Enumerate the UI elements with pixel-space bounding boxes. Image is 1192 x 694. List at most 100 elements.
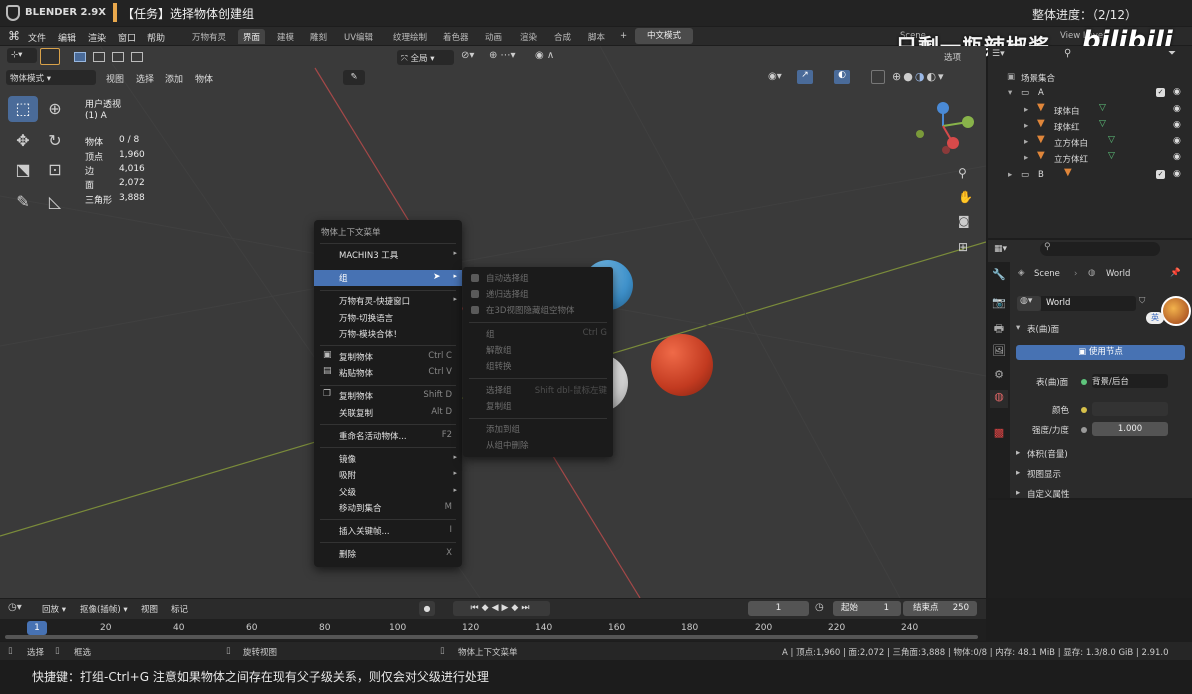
pivot-point-icon[interactable]: ⊘▾ xyxy=(461,50,474,61)
strength-field[interactable]: 1.000 xyxy=(1092,422,1168,436)
menu-add[interactable]: 添加 xyxy=(165,72,183,85)
menu-item-mirror[interactable]: 镜像 ▸ xyxy=(314,451,462,467)
camera-icon[interactable]: ◙ xyxy=(958,214,970,228)
grid-icon[interactable]: ⊞ xyxy=(958,240,968,254)
menu-item-quick-window[interactable]: 万物有灵-快捷窗口 ▸ xyxy=(314,293,462,309)
timeline-view-menu[interactable]: 视图 xyxy=(141,603,158,615)
world-browse-icon[interactable]: ◍▾ xyxy=(1017,296,1041,311)
expand-arrow-icon[interactable]: ▸ xyxy=(1024,121,1028,131)
timeline-editor-icon[interactable]: ◷▾ xyxy=(8,602,22,613)
view-layer-tab-icon[interactable]: 🖼 xyxy=(990,344,1008,362)
checkbox-icon[interactable]: ✓ xyxy=(1156,170,1165,179)
playback-menu[interactable]: 回放 ▾ xyxy=(42,603,66,615)
collection-a[interactable]: A xyxy=(1038,88,1044,98)
volume-panel-header[interactable]: 体积(音量) xyxy=(1027,448,1068,460)
menu-item-machin3-tools[interactable]: MACHIN3 工具 ▸ xyxy=(314,247,462,263)
menu-render[interactable]: 渲染 xyxy=(88,31,106,44)
properties-search-icon[interactable]: ⚲ xyxy=(1040,242,1160,256)
eye-icon[interactable]: ◉ xyxy=(1173,152,1181,162)
eye-icon[interactable]: ◉ xyxy=(1173,169,1181,179)
texture-tab-icon[interactable]: ▩ xyxy=(990,426,1008,444)
timeline-scrollbar[interactable] xyxy=(5,635,978,639)
expand-arrow-icon[interactable]: ▾ xyxy=(1008,88,1012,98)
panel-expand-icon[interactable]: ▸ xyxy=(1016,448,1020,458)
workspace-tab[interactable]: 合成 xyxy=(549,29,576,44)
expand-arrow-icon[interactable]: ▸ xyxy=(1024,105,1028,115)
expand-arrow-icon[interactable]: ▸ xyxy=(1008,170,1012,180)
menu-view[interactable]: 视图 xyxy=(106,72,124,85)
menu-item-switch-language[interactable]: 万物-切换语言 xyxy=(314,310,462,326)
measure-tool[interactable]: ◺ xyxy=(40,189,70,215)
outliner-object[interactable]: 球体红 xyxy=(1054,121,1080,133)
tool-tab-icon[interactable]: 🔧 xyxy=(990,268,1008,286)
menu-item-duplicate-linked[interactable]: 关联复制 Alt D xyxy=(314,405,462,421)
scene-tab-icon[interactable]: ⚙ xyxy=(990,368,1008,386)
scale-tool[interactable]: ⬔ xyxy=(8,157,38,183)
eye-icon[interactable]: ◉ xyxy=(1173,120,1181,130)
menu-item-move-to-collection[interactable]: 移动到集合 M xyxy=(314,500,462,516)
filter-icon[interactable]: ⏷ xyxy=(1168,48,1176,59)
menu-help[interactable]: 帮助 xyxy=(147,31,165,44)
output-tab-icon[interactable]: 🖶 xyxy=(990,320,1008,338)
selection-mode-buttons[interactable] xyxy=(72,50,152,64)
scene-collection[interactable]: 场景集合 xyxy=(1021,72,1055,84)
menu-file[interactable]: 文件 xyxy=(28,31,46,44)
chinese-mode-button[interactable]: 中文模式 xyxy=(635,28,693,44)
properties-editor-icon[interactable]: ▦▾ xyxy=(994,244,1007,254)
menu-item-rename-active[interactable]: 重命名活动物体... F2 xyxy=(314,428,462,444)
fake-user-icon[interactable]: ⛉ xyxy=(1139,296,1145,306)
use-nodes-button[interactable]: ▣ 使用节点 xyxy=(1016,345,1185,360)
menu-object[interactable]: 物体 xyxy=(195,72,213,85)
workspace-tab[interactable]: 建模 xyxy=(272,29,299,44)
add-workspace-button[interactable]: + xyxy=(615,29,632,44)
submenu-item-select-group[interactable]: 选择组 Shift dbl-鼠标左键 xyxy=(463,383,613,398)
menu-item-snap[interactable]: 吸附 ▸ xyxy=(314,467,462,483)
collection-b[interactable]: B xyxy=(1038,170,1044,180)
custom-properties-panel-header[interactable]: 自定义属性 xyxy=(1027,488,1070,500)
eyedropper-icon[interactable]: ✎ xyxy=(343,70,365,85)
menu-item-copy-objects[interactable]: ▣ 复制物体 Ctrl C xyxy=(314,349,462,365)
submenu-item-remove-from-group[interactable]: 从组中删除 xyxy=(463,438,613,453)
outliner-object[interactable]: 立方体白 xyxy=(1054,137,1088,149)
world-name-field[interactable]: World xyxy=(1041,296,1136,311)
expand-arrow-icon[interactable]: ▸ xyxy=(1024,137,1028,147)
menu-item-parent[interactable]: 父级 ▸ xyxy=(314,484,462,500)
playhead-frame-indicator[interactable]: 1 xyxy=(27,621,47,635)
submenu-item-recursive-select[interactable]: 递归选择组 xyxy=(463,287,613,302)
outliner-editor-icon[interactable]: ☰▾ xyxy=(992,49,1014,63)
checkbox-icon[interactable]: ✓ xyxy=(1156,88,1165,97)
surface-shader-field[interactable]: 背景/后台 xyxy=(1092,374,1168,388)
select-tool-icon[interactable] xyxy=(40,48,60,65)
eye-icon[interactable]: ◉ xyxy=(1173,104,1181,114)
expand-arrow-icon[interactable]: ▸ xyxy=(1024,153,1028,163)
menu-item-module-combine[interactable]: 万物-模块合体！ xyxy=(314,326,462,342)
menu-item-insert-keyframe[interactable]: 插入关键帧... I xyxy=(314,523,462,539)
outliner-object[interactable]: 球体白 xyxy=(1054,105,1080,117)
workspace-tab-layout[interactable]: 界面 xyxy=(238,29,266,44)
start-frame-field[interactable]: 起始 1 xyxy=(833,601,901,616)
workspace-tab[interactable]: 纹理绘制 xyxy=(388,29,432,44)
render-tab-icon[interactable]: 📷 xyxy=(990,296,1008,314)
menu-edit[interactable]: 编辑 xyxy=(58,31,76,44)
rotate-tool[interactable]: ↻ xyxy=(40,128,70,154)
panel-expand-icon[interactable]: ▸ xyxy=(1016,488,1020,498)
shading-mode-icons[interactable]: ⊕●◑◐▾ xyxy=(892,70,946,83)
world-tab-icon[interactable]: ◍ xyxy=(990,390,1008,408)
end-frame-field[interactable]: 结束点 250 xyxy=(903,601,977,616)
menu-item-delete[interactable]: 删除 X xyxy=(314,546,462,562)
submenu-item-hide-group-empty[interactable]: 在3D视图隐藏组空物体 xyxy=(463,303,613,318)
visibility-icon[interactable]: ◉▾ xyxy=(768,71,782,82)
move-tool[interactable]: ✥ xyxy=(8,128,38,154)
workspace-tab[interactable]: 着色器 xyxy=(438,29,474,44)
navigation-gizmo[interactable] xyxy=(908,98,978,158)
menu-item-paste-objects[interactable]: ▤ 粘贴物体 Ctrl V xyxy=(314,365,462,381)
breadcrumb-scene[interactable]: Scene xyxy=(1034,269,1060,279)
proportional-edit-icon[interactable]: ◉ ∧ xyxy=(535,50,554,61)
submenu-item-convert-group[interactable]: 组转换 xyxy=(463,359,613,374)
annotate-tool[interactable]: ✎ xyxy=(8,189,38,215)
keying-menu[interactable]: 抠像(插帧) ▾ xyxy=(80,603,128,615)
submenu-item-duplicate-group[interactable]: 复制组 xyxy=(463,399,613,414)
workspace-tab[interactable]: 雕刻 xyxy=(305,29,332,44)
editor-type-dropdown[interactable]: ⊹▾ xyxy=(7,48,37,63)
snap-icon[interactable]: ⊕ ⋯▾ xyxy=(489,50,516,61)
